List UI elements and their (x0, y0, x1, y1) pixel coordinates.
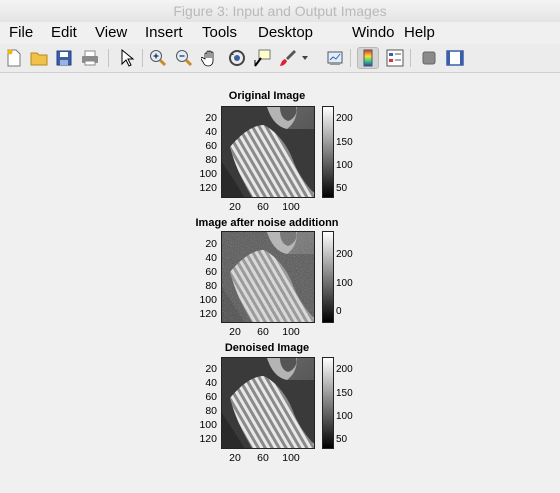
original-image (221, 106, 315, 198)
y-tick-label: 20 (205, 238, 217, 250)
colorbar-icon[interactable] (357, 47, 379, 69)
y-tick-label: 20 (205, 112, 217, 124)
colorbar-tick-label: 150 (336, 388, 353, 399)
toolbar-separator (142, 49, 143, 67)
menu-edit[interactable]: Edit (51, 24, 77, 41)
window-titlebar: Figure 3: Input and Output Images (0, 0, 560, 23)
menu-view[interactable]: View (95, 24, 127, 41)
open-file-icon[interactable] (28, 47, 50, 69)
y-tick-label: 60 (205, 140, 217, 152)
colorbar-tick-label: 0 (336, 306, 342, 317)
plot-title-original: Original Image (228, 90, 306, 102)
menu-window[interactable]: Windo (352, 24, 395, 41)
x-tick-label: 100 (282, 452, 300, 464)
y-tick-label: 120 (199, 433, 217, 445)
menu-insert[interactable]: Insert (145, 24, 183, 41)
figure-toolbar (0, 44, 560, 73)
denoised-image (221, 357, 315, 449)
window-title: Figure 3: Input and Output Images (173, 3, 387, 19)
y-tick-label: 100 (199, 419, 217, 431)
save-icon[interactable] (53, 47, 75, 69)
x-tick-label: 60 (257, 452, 269, 464)
toolbar-separator (350, 49, 351, 67)
y-tick-label: 40 (205, 252, 217, 264)
colorbar (322, 106, 334, 198)
zoom-out-icon[interactable] (173, 47, 195, 69)
plot-title-noisy: Image after noise additionn (195, 217, 339, 229)
show-plot-tools-icon[interactable] (444, 47, 466, 69)
noisy-image (221, 231, 315, 323)
figure-canvas: Original Image 20 40 60 80 100 120 20 60… (0, 73, 560, 493)
colorbar-tick-label: 200 (336, 364, 353, 375)
toolbar-separator (410, 49, 411, 67)
colorbar-tick-label: 100 (336, 160, 353, 171)
y-tick-label: 40 (205, 126, 217, 138)
colorbar (322, 231, 334, 323)
y-tick-label: 80 (205, 280, 217, 292)
x-tick-label: 100 (282, 201, 300, 213)
colorbar-tick-label: 200 (336, 249, 353, 260)
data-cursor-icon[interactable] (251, 47, 273, 69)
menu-desktop[interactable]: Desktop (258, 24, 313, 41)
menu-help[interactable]: Help (404, 24, 435, 41)
menu-bar: File Edit View Insert Tools Desktop Wind… (0, 22, 560, 59)
x-tick-label: 20 (229, 201, 241, 213)
menu-file[interactable]: File (9, 24, 33, 41)
x-tick-label: 100 (282, 326, 300, 338)
y-tick-label: 100 (199, 294, 217, 306)
legend-icon[interactable] (384, 47, 406, 69)
y-tick-label: 60 (205, 266, 217, 278)
print-icon[interactable] (79, 47, 101, 69)
x-tick-label: 20 (229, 326, 241, 338)
brush-icon[interactable] (277, 47, 299, 69)
pointer-icon[interactable] (116, 47, 138, 69)
toolbar-separator (108, 49, 109, 67)
y-tick-label: 40 (205, 377, 217, 389)
colorbar-tick-label: 150 (336, 137, 353, 148)
y-tick-label: 100 (199, 168, 217, 180)
y-tick-label: 120 (199, 182, 217, 194)
x-tick-label: 60 (257, 326, 269, 338)
y-tick-label: 80 (205, 405, 217, 417)
link-plot-icon[interactable] (324, 47, 346, 69)
y-tick-label: 120 (199, 308, 217, 320)
colorbar (322, 357, 334, 449)
new-figure-icon[interactable] (3, 47, 25, 69)
x-tick-label: 60 (257, 201, 269, 213)
colorbar-tick-label: 100 (336, 411, 353, 422)
plot-title-denoised: Denoised Image (224, 342, 310, 354)
zoom-in-icon[interactable] (147, 47, 169, 69)
colorbar-tick-label: 100 (336, 278, 353, 289)
colorbar-tick-label: 50 (336, 183, 348, 194)
y-tick-label: 20 (205, 363, 217, 375)
colorbar-tick-label: 200 (336, 113, 353, 124)
y-tick-label: 60 (205, 391, 217, 403)
hide-plot-tools-icon[interactable] (418, 47, 440, 69)
rotate-3d-icon[interactable] (226, 47, 248, 69)
brush-dropdown-icon[interactable] (298, 47, 312, 69)
colorbar-tick-label: 50 (336, 434, 348, 445)
pan-hand-icon[interactable] (199, 47, 221, 69)
y-tick-label: 80 (205, 154, 217, 166)
x-tick-label: 20 (229, 452, 241, 464)
menu-tools[interactable]: Tools (202, 24, 237, 41)
